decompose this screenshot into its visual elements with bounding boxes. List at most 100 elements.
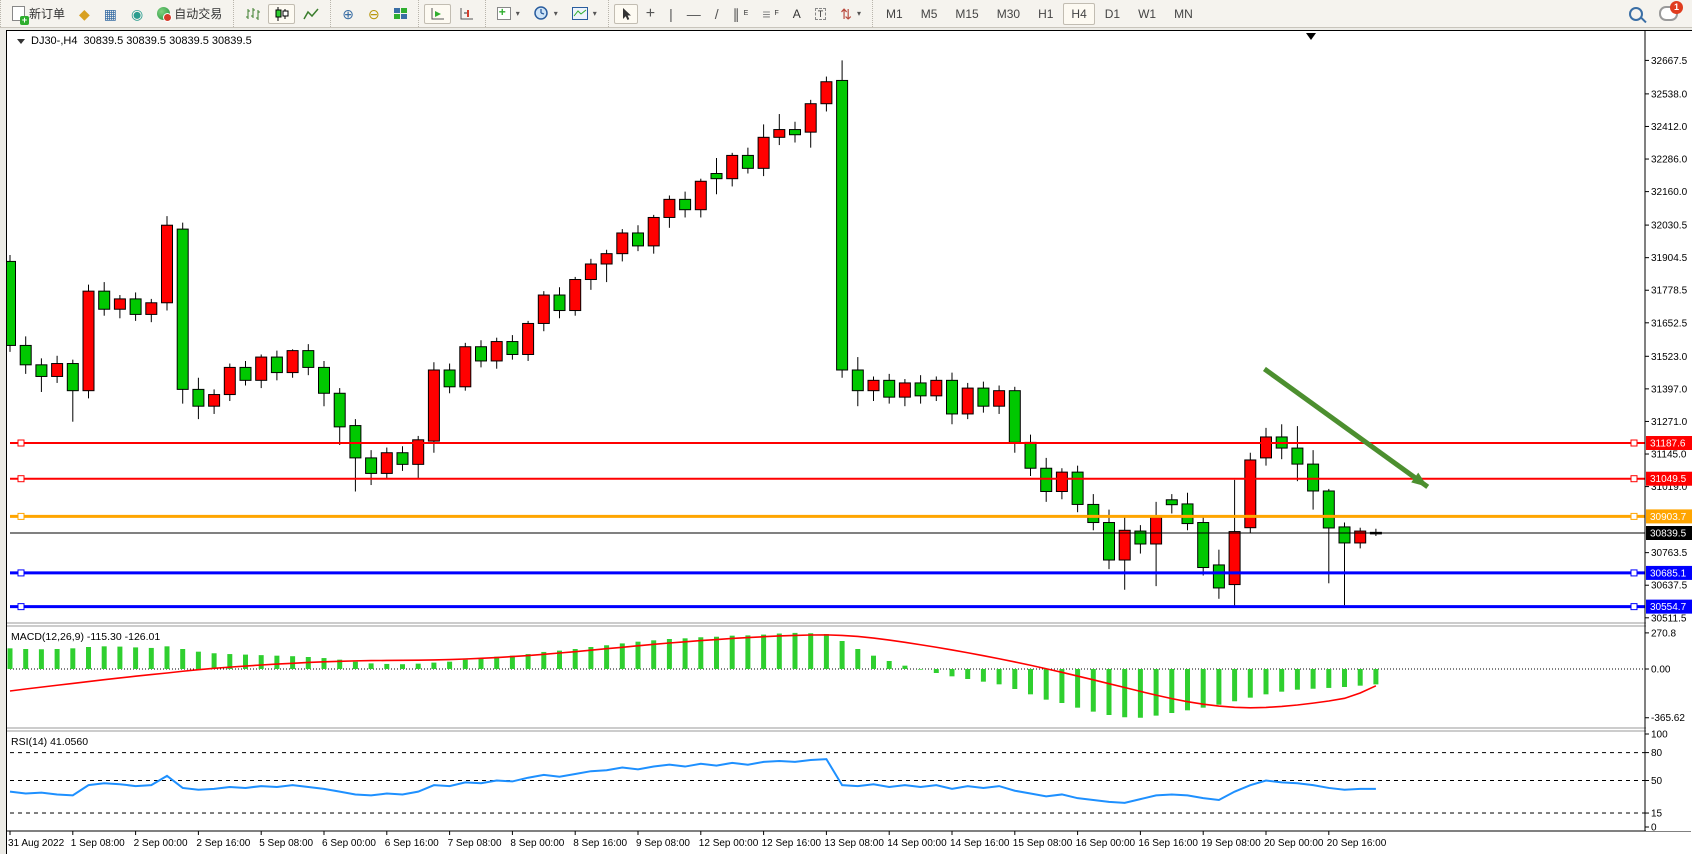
cursor-tool-button[interactable] bbox=[614, 4, 638, 24]
svg-text:31397.0: 31397.0 bbox=[1651, 384, 1688, 395]
svg-text:31523.0: 31523.0 bbox=[1651, 352, 1688, 363]
clock-icon bbox=[534, 6, 549, 21]
label-tool-button[interactable]: T bbox=[809, 5, 833, 23]
new-order-button[interactable]: 新订单 bbox=[6, 2, 71, 25]
search-icon[interactable] bbox=[1629, 7, 1643, 21]
text-tool-button[interactable]: A bbox=[787, 4, 807, 24]
timeframe-m5[interactable]: M5 bbox=[913, 3, 946, 25]
svg-text:19 Sep 08:00: 19 Sep 08:00 bbox=[1201, 838, 1261, 849]
notification-badge: 1 bbox=[1670, 1, 1683, 14]
timeframe-mn[interactable]: MN bbox=[1166, 3, 1201, 25]
svg-text:13 Sep 08:00: 13 Sep 08:00 bbox=[824, 838, 884, 849]
bar-chart-button[interactable] bbox=[239, 4, 266, 24]
svg-text:14 Sep 00:00: 14 Sep 00:00 bbox=[887, 838, 947, 849]
timeframe-m30[interactable]: M30 bbox=[989, 3, 1028, 25]
svg-text:32667.5: 32667.5 bbox=[1651, 56, 1688, 67]
tile-windows-button[interactable] bbox=[388, 5, 413, 22]
svg-text:8 Sep 16:00: 8 Sep 16:00 bbox=[573, 838, 627, 849]
periods-button[interactable]: ▾ bbox=[528, 3, 564, 24]
templates-button[interactable]: ▾ bbox=[566, 4, 603, 23]
horizontal-line-icon: — bbox=[687, 7, 701, 21]
svg-text:-365.62: -365.62 bbox=[1651, 713, 1685, 724]
line-chart-button[interactable] bbox=[297, 4, 325, 24]
timeframe-h1[interactable]: H1 bbox=[1030, 3, 1061, 25]
objects-group: ▾ ▾ ▾ bbox=[485, 0, 608, 27]
svg-text:31145.0: 31145.0 bbox=[1651, 450, 1687, 461]
channel-tool-button[interactable]: ∥E bbox=[727, 4, 755, 24]
fibonacci-tool-button[interactable]: ≡F bbox=[756, 4, 784, 24]
timeframe-w1[interactable]: W1 bbox=[1130, 3, 1164, 25]
one-click-trading-toggle-icon[interactable] bbox=[17, 39, 25, 44]
zoom-out-button[interactable]: ⊖ bbox=[362, 4, 386, 24]
svg-text:2 Sep 16:00: 2 Sep 16:00 bbox=[196, 838, 250, 849]
zoom-in-button[interactable]: ⊕ bbox=[336, 4, 360, 24]
svg-text:31904.5: 31904.5 bbox=[1651, 253, 1688, 264]
indicators-button[interactable]: ▾ bbox=[491, 4, 526, 23]
signal-button[interactable]: ◉ bbox=[125, 4, 149, 24]
macd-indicator-label: MACD(12,26,9) -115.30 -126.01 bbox=[11, 631, 160, 643]
svg-text:5 Sep 08:00: 5 Sep 08:00 bbox=[259, 838, 313, 849]
auto-scroll-button[interactable] bbox=[424, 4, 451, 24]
timeframe-m1[interactable]: M1 bbox=[878, 3, 911, 25]
fibonacci-sub-label: F bbox=[775, 10, 779, 17]
order-group: 新订单 ◆ ▦ ◉ 自动交易 bbox=[0, 0, 233, 27]
arrows-tool-button[interactable]: ⇅▾ bbox=[834, 4, 867, 24]
auto-trading-label: 自动交易 bbox=[174, 5, 222, 22]
fibonacci-icon: ≡ bbox=[762, 7, 770, 21]
trendline-tool-button[interactable]: / bbox=[709, 4, 725, 24]
svg-text:14 Sep 16:00: 14 Sep 16:00 bbox=[950, 838, 1010, 849]
svg-text:31778.5: 31778.5 bbox=[1651, 286, 1688, 297]
chart-header: DJ30-,H4 30839.5 30839.5 30839.5 30839.5 bbox=[17, 35, 252, 47]
crosshair-tool-button[interactable]: + bbox=[640, 4, 661, 24]
bar-chart-icon bbox=[245, 7, 260, 21]
rsi-indicator-label: RSI(14) 41.0560 bbox=[11, 736, 88, 748]
main-toolbar: 新订单 ◆ ▦ ◉ 自动交易 ⊕ ⊖ ▾ ▾ ▾ bbox=[0, 0, 1692, 28]
svg-text:1 Sep 08:00: 1 Sep 08:00 bbox=[71, 838, 125, 849]
candlestick-chart-button[interactable] bbox=[268, 4, 295, 24]
drawing-tools-group: + | — / ∥E ≡F A T ⇅▾ bbox=[608, 0, 872, 27]
templates-icon bbox=[572, 7, 588, 20]
svg-text:50: 50 bbox=[1651, 776, 1663, 787]
chart-shift-icon bbox=[459, 7, 474, 21]
svg-text:12 Sep 16:00: 12 Sep 16:00 bbox=[762, 838, 822, 849]
svg-text:30839.5: 30839.5 bbox=[1650, 529, 1687, 540]
notifications-icon[interactable]: 1 bbox=[1659, 6, 1678, 21]
horizontal-line-tool-button[interactable]: — bbox=[681, 4, 707, 24]
timeframe-h4[interactable]: H4 bbox=[1063, 3, 1094, 25]
arrows-caret-icon: ▾ bbox=[857, 9, 861, 18]
vertical-line-tool-button[interactable]: | bbox=[663, 4, 679, 24]
chart-type-group bbox=[233, 0, 330, 27]
svg-text:15 Sep 08:00: 15 Sep 08:00 bbox=[1013, 838, 1073, 849]
symbol-period-label: DJ30-,H4 bbox=[31, 35, 77, 47]
eraser-icon: ◆ bbox=[79, 7, 90, 21]
chart-window[interactable]: DJ30-,H4 30839.5 30839.5 30839.5 30839.5… bbox=[6, 30, 1692, 854]
svg-text:6 Sep 16:00: 6 Sep 16:00 bbox=[385, 838, 439, 849]
label-tool-label: T bbox=[815, 8, 827, 20]
svg-text:16 Sep 00:00: 16 Sep 00:00 bbox=[1076, 838, 1136, 849]
chart-shift-button[interactable] bbox=[453, 4, 480, 24]
tile-windows-icon bbox=[394, 8, 407, 19]
new-order-icon bbox=[12, 6, 25, 21]
svg-text:32286.0: 32286.0 bbox=[1651, 155, 1688, 166]
market-watch-button[interactable]: ▦ bbox=[98, 4, 123, 24]
candlestick-chart-icon bbox=[274, 7, 289, 21]
zoom-out-icon: ⊖ bbox=[368, 7, 380, 21]
auto-trading-button[interactable]: 自动交易 bbox=[151, 2, 228, 25]
periods-caret-icon: ▾ bbox=[554, 9, 558, 18]
eraser-button[interactable]: ◆ bbox=[73, 4, 96, 24]
svg-text:0: 0 bbox=[1651, 823, 1657, 834]
arrows-tool-icon: ⇅ bbox=[840, 7, 852, 21]
timeframe-d1[interactable]: D1 bbox=[1097, 3, 1128, 25]
templates-caret-icon: ▾ bbox=[593, 9, 597, 18]
svg-text:30685.1: 30685.1 bbox=[1650, 568, 1687, 579]
svg-text:7 Sep 08:00: 7 Sep 08:00 bbox=[448, 838, 502, 849]
svg-text:100: 100 bbox=[1651, 730, 1668, 741]
chart-canvas[interactable]: 32667.532538.032412.032286.032160.032030… bbox=[7, 31, 1692, 854]
timeframe-group: M1 M5 M15 M30 H1 H4 D1 W1 MN bbox=[872, 0, 1206, 27]
timeframe-m15[interactable]: M15 bbox=[947, 3, 986, 25]
svg-text:32160.0: 32160.0 bbox=[1651, 187, 1688, 198]
text-tool-label: A bbox=[793, 7, 801, 21]
svg-text:20 Sep 00:00: 20 Sep 00:00 bbox=[1264, 838, 1324, 849]
auto-trading-icon bbox=[157, 7, 170, 20]
market-watch-icon: ▦ bbox=[104, 7, 117, 21]
